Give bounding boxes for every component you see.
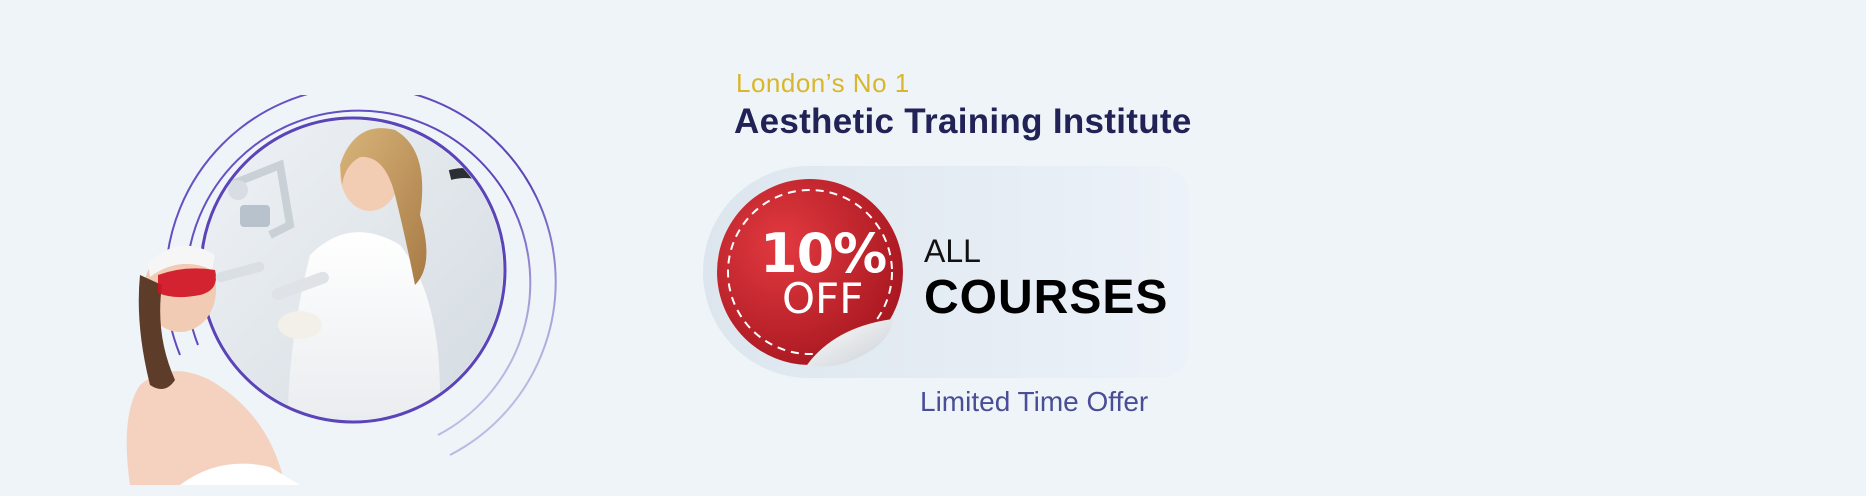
- offer-line-2: COURSES: [924, 271, 1169, 324]
- promo-banner[interactable]: London’s No 1 Aesthetic Training Institu…: [0, 0, 1866, 496]
- limited-time-text: Limited Time Offer: [920, 386, 1149, 417]
- tagline: London’s No 1: [736, 68, 910, 98]
- discount-off-label: OFF: [782, 274, 864, 323]
- treatment-photo: [120, 95, 580, 485]
- offer-line-1: ALL: [924, 233, 981, 269]
- decorative-rings-icon: [126, 95, 557, 485]
- headline: Aesthetic Training Institute: [734, 102, 1192, 141]
